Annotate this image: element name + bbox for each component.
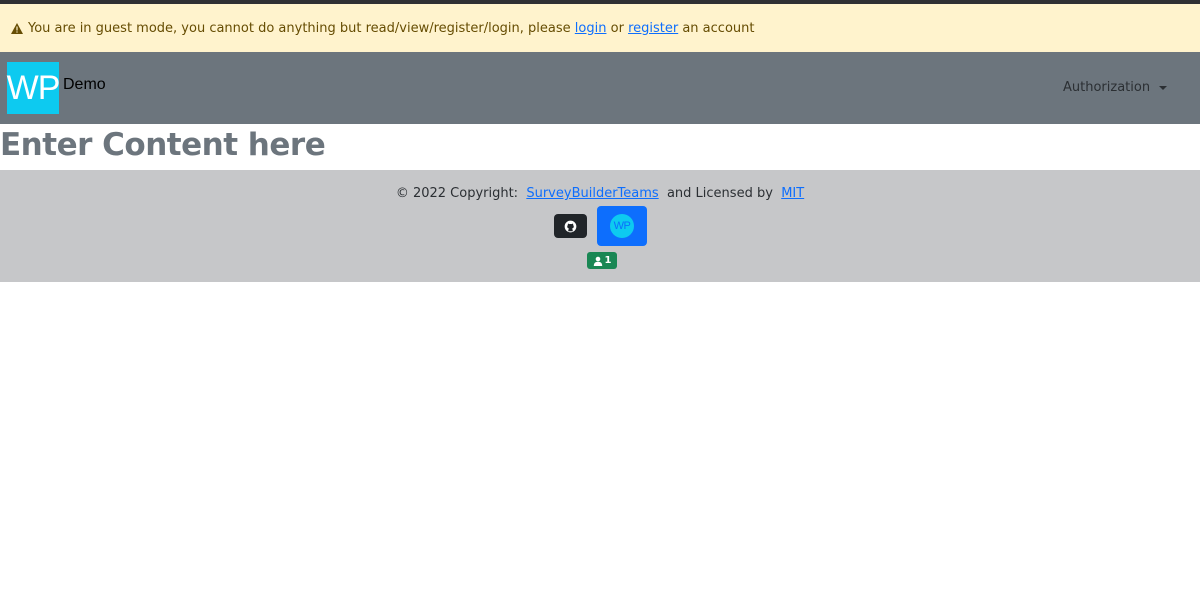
warning-triangle-icon — [11, 21, 25, 35]
online-users-badge: 1 — [587, 252, 617, 269]
authorization-label: Authorization — [1063, 80, 1151, 95]
footer: © 2022 Copyright: SurveyBuilderTeams and… — [0, 170, 1200, 282]
page-heading: Enter Content here — [0, 127, 326, 163]
navbar: WP Demo Authorization — [0, 52, 1200, 124]
alert-text-after: an account — [682, 20, 755, 36]
wp-logo-icon: WP — [610, 214, 634, 238]
user-icon — [593, 256, 603, 266]
copyright-line: © 2022 Copyright: SurveyBuilderTeams and… — [0, 186, 1200, 201]
licensed-text: and Licensed by — [666, 186, 773, 201]
alert-text-or: or — [610, 20, 624, 36]
login-link[interactable]: login — [575, 21, 607, 36]
brand-name[interactable]: Demo — [63, 76, 106, 94]
github-icon — [564, 220, 577, 233]
team-link[interactable]: SurveyBuilderTeams — [526, 186, 658, 201]
github-button[interactable] — [554, 214, 587, 238]
alert-text-before: You are in guest mode, you cannot do any… — [28, 20, 571, 36]
brand-logo[interactable]: WP — [7, 62, 60, 114]
authorization-dropdown[interactable]: Authorization — [1063, 80, 1168, 95]
main-content: Enter Content here — [0, 124, 1200, 170]
register-link[interactable]: register — [628, 21, 678, 36]
guest-mode-alert: You are in guest mode, you cannot do any… — [0, 4, 1200, 52]
copyright-prefix: © 2022 Copyright: — [395, 186, 519, 201]
caret-down-icon — [1159, 85, 1168, 90]
mit-license-link[interactable]: MIT — [781, 186, 804, 201]
user-count: 1 — [604, 255, 612, 266]
wp-logo-button[interactable]: WP — [597, 206, 647, 246]
